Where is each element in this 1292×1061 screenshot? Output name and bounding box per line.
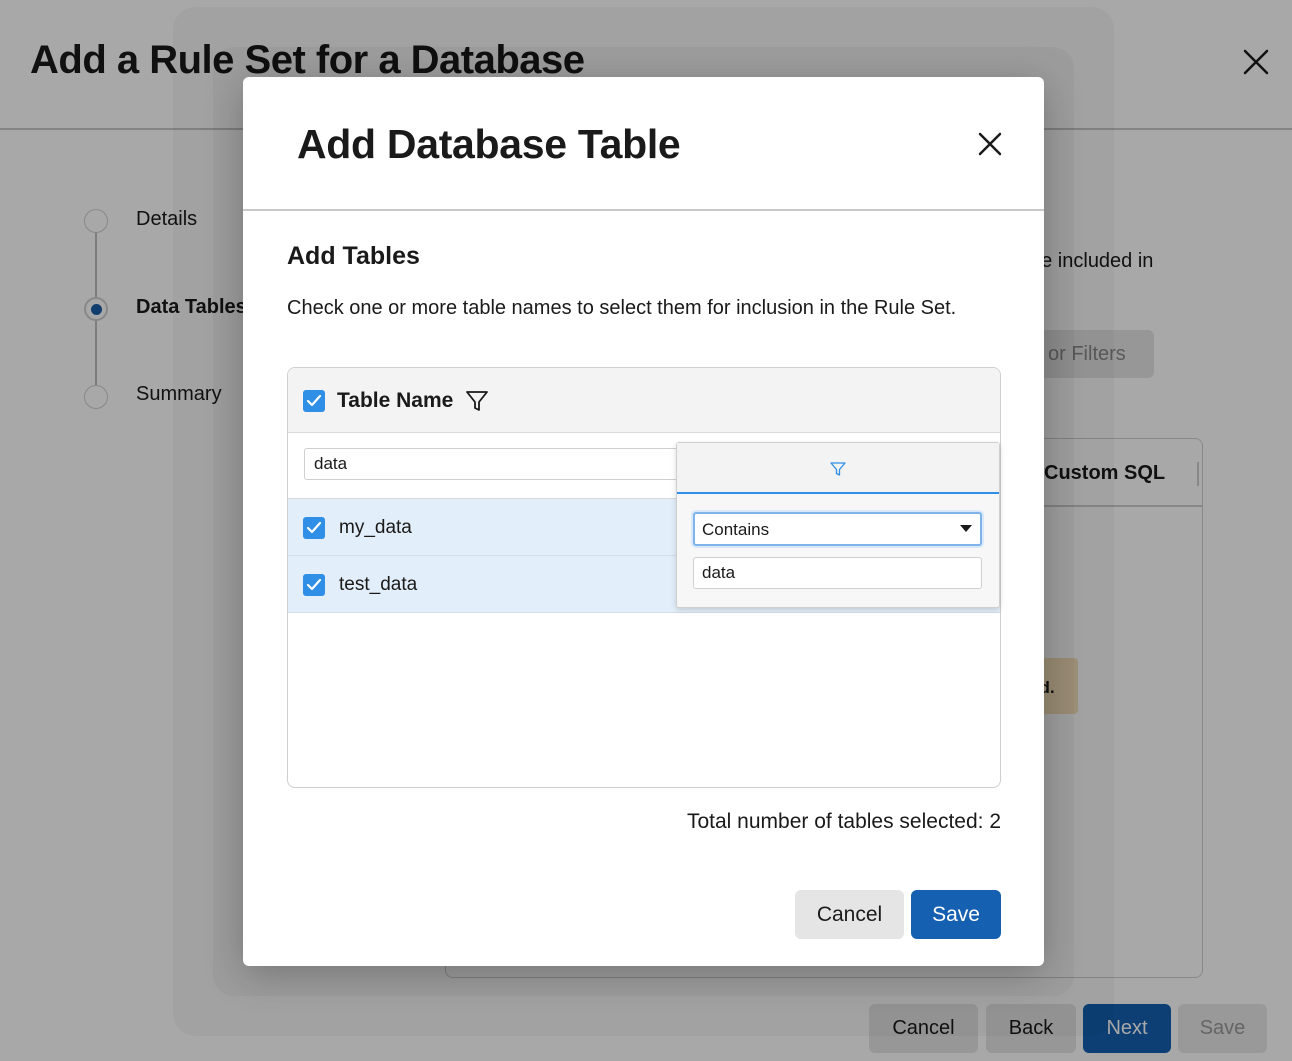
select-all-checkbox[interactable] bbox=[303, 390, 325, 412]
row-checkbox[interactable] bbox=[303, 517, 325, 539]
dialog-divider bbox=[243, 209, 1044, 211]
check-icon bbox=[306, 394, 322, 407]
table-name-filter-input[interactable] bbox=[304, 448, 684, 480]
table-name-cell: test_data bbox=[339, 574, 418, 595]
save-button[interactable]: Save bbox=[911, 890, 1001, 939]
row-checkbox[interactable] bbox=[303, 574, 325, 596]
filter-icon bbox=[830, 462, 846, 476]
filter-tab[interactable] bbox=[677, 443, 999, 494]
column-filter-popup: Contains bbox=[676, 442, 1000, 608]
check-icon bbox=[306, 521, 322, 534]
column-header-table-name[interactable]: Table Name bbox=[337, 389, 453, 413]
filter-operator-select[interactable]: Contains bbox=[693, 512, 982, 546]
dialog-title: Add Database Table bbox=[297, 121, 681, 167]
section-title: Add Tables bbox=[287, 242, 420, 270]
add-database-table-dialog: Add Database Table Add Tables Check one … bbox=[243, 77, 1044, 966]
check-icon bbox=[306, 578, 322, 591]
caret-down-icon bbox=[960, 525, 972, 532]
filter-operator-value: Contains bbox=[702, 520, 770, 539]
instructions-text: Check one or more table names to select … bbox=[287, 297, 957, 319]
filter-icon[interactable] bbox=[465, 389, 489, 413]
grid-header: Table Name bbox=[288, 368, 1000, 433]
total-selected-count: Total number of tables selected: 2 bbox=[686, 810, 1001, 833]
filter-value-input[interactable] bbox=[693, 557, 982, 589]
close-icon[interactable] bbox=[973, 127, 1007, 161]
cancel-button[interactable]: Cancel bbox=[795, 890, 904, 939]
table-name-cell: my_data bbox=[339, 517, 412, 538]
